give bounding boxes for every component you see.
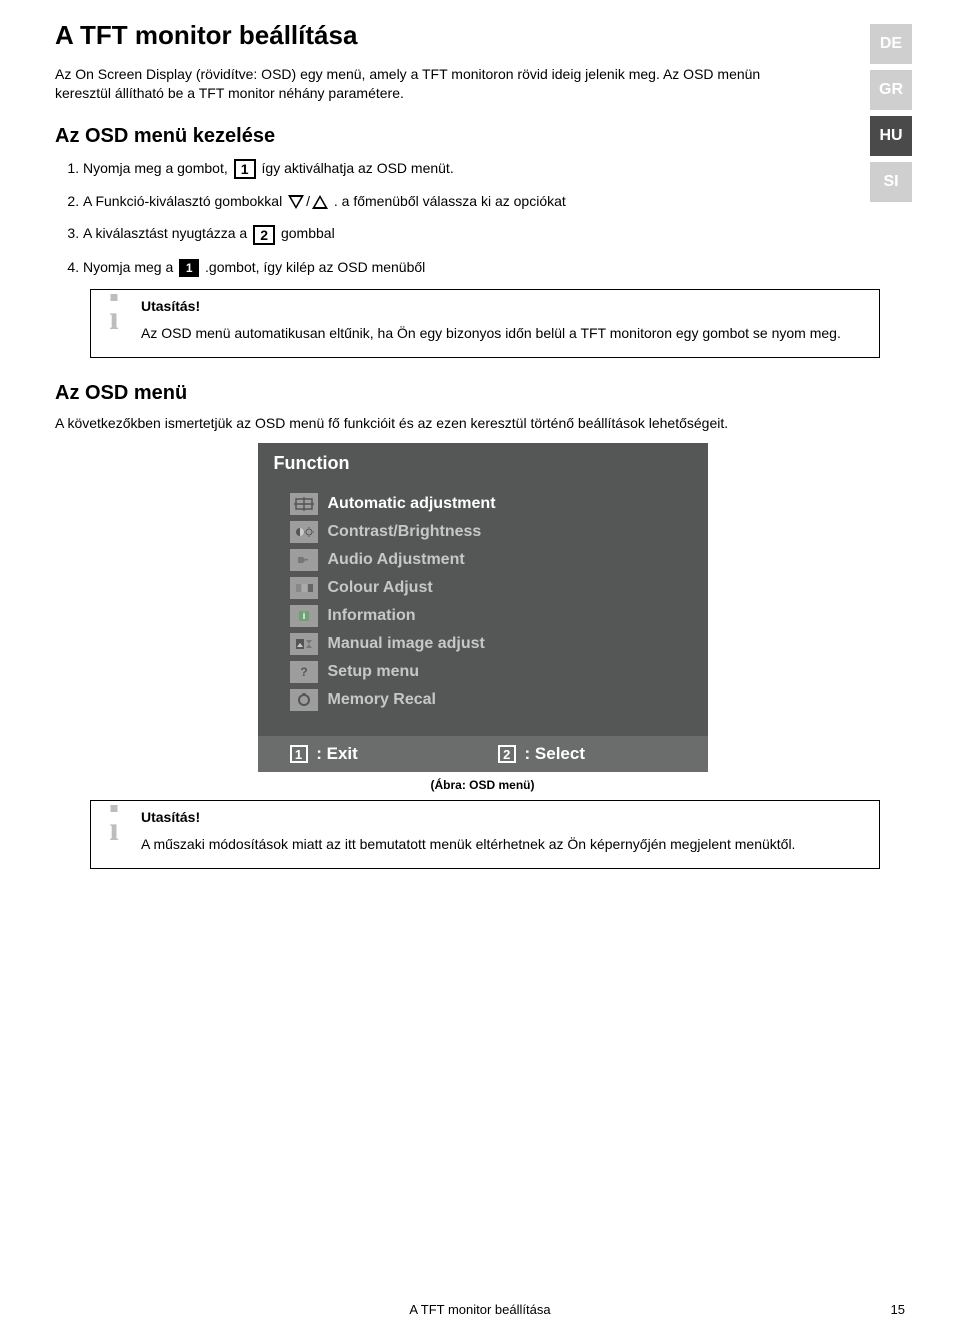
osd-item-setup[interactable]: ? Setup menu (290, 658, 690, 686)
osd-item-auto-adjust[interactable]: Automatic adjustment (290, 490, 690, 518)
svg-text:i: i (302, 611, 305, 621)
colour-icon (290, 577, 318, 599)
osd-label: Memory Recal (328, 691, 437, 709)
osd-panel: Function Automatic adjustment Contrast/B… (258, 443, 708, 772)
step-1-text-a: Nyomja meg a gombot, (83, 160, 232, 176)
step-4-text-a: Nyomja meg a (83, 259, 177, 275)
lang-tab-de[interactable]: DE (870, 24, 912, 64)
osd-footer-exit: 1 : Exit (290, 744, 358, 764)
svg-text:?: ? (300, 665, 307, 679)
button-1-icon: 1 (234, 159, 256, 179)
lang-tab-hu[interactable]: HU (870, 116, 912, 156)
note-1-title: Utasítás! (141, 298, 867, 314)
steps-list: Nyomja meg a gombot, 1 így aktiválhatja … (83, 158, 910, 277)
note-1-text: Az OSD menü automatikusan eltűnik, ha Ön… (141, 324, 867, 343)
osd-label: Contrast/Brightness (328, 523, 482, 541)
manual-image-icon (290, 633, 318, 655)
step-4: Nyomja meg a 1 .gombot, így kilép az OSD… (83, 257, 910, 277)
section-heading-osd-controls: Az OSD menü kezelése (55, 125, 910, 148)
lang-tab-si[interactable]: SI (870, 162, 912, 202)
button-1-solid-icon: 1 (179, 259, 199, 277)
contrast-brightness-icon (290, 521, 318, 543)
audio-icon (290, 549, 318, 571)
step-4-text-b: .gombot, így kilép az OSD menüből (205, 259, 425, 275)
osd-label: Manual image adjust (328, 635, 485, 653)
button-2-icon: 2 (253, 225, 275, 245)
arrow-up-icon (312, 195, 328, 209)
info-icon: ı (99, 811, 129, 849)
page-number: 15 (891, 1302, 905, 1317)
language-tabs: DE GR HU SI (870, 24, 912, 202)
osd-menu-list: Automatic adjustment Contrast/Brightness… (258, 486, 708, 736)
step-1-text-b: így aktiválhatja az OSD menüt. (262, 160, 454, 176)
memory-recall-icon (290, 689, 318, 711)
osd-item-information[interactable]: i Information (290, 602, 690, 630)
osd-label: Setup menu (328, 663, 420, 681)
note-box-2: ı Utasítás! A műszaki módosítások miatt … (90, 800, 880, 869)
osd-label: Information (328, 607, 416, 625)
note-box-1: ı Utasítás! Az OSD menü automatikusan el… (90, 289, 880, 358)
osd-footer: 1 : Exit 2 : Select (258, 736, 708, 772)
info-icon: ı (99, 300, 129, 338)
step-2: A Funkció-kiválasztó gombokkal / . a főm… (83, 191, 910, 211)
footer-1-icon: 1 (290, 745, 308, 763)
setup-icon: ? (290, 661, 318, 683)
step-3-text-a: A kiválasztást nyugtázza a (83, 225, 251, 241)
lang-tab-gr[interactable]: GR (870, 70, 912, 110)
osd-item-colour[interactable]: Colour Adjust (290, 574, 690, 602)
step-1: Nyomja meg a gombot, 1 így aktiválhatja … (83, 158, 910, 179)
arrow-down-icon (288, 195, 304, 209)
osd-item-manual-image[interactable]: Manual image adjust (290, 630, 690, 658)
page-title: A TFT monitor beállítása (55, 20, 910, 51)
note-2-title: Utasítás! (141, 809, 867, 825)
osd-label: Colour Adjust (328, 579, 433, 597)
section-2-description: A következőkben ismertetjük az OSD menü … (55, 415, 910, 431)
figure-caption: (Ábra: OSD menü) (55, 778, 910, 792)
osd-footer-select: 2 : Select (498, 744, 585, 764)
osd-item-audio[interactable]: Audio Adjustment (290, 546, 690, 574)
osd-header: Function (258, 443, 708, 486)
information-icon: i (290, 605, 318, 627)
step-3-text-b: gombbal (281, 225, 335, 241)
footer-2-icon: 2 (498, 745, 516, 763)
step-2-text-a: A Funkció-kiválasztó gombokkal (83, 193, 286, 209)
step-2-text-b: . a főmenüből válassza ki az opciókat (334, 193, 566, 209)
step-3: A kiválasztást nyugtázza a 2 gombbal (83, 223, 910, 244)
intro-text: Az On Screen Display (rövidítve: OSD) eg… (55, 65, 785, 103)
osd-label: Automatic adjustment (328, 495, 496, 513)
auto-adjust-icon (290, 493, 318, 515)
osd-item-memory-recall[interactable]: Memory Recal (290, 686, 690, 714)
osd-item-contrast-brightness[interactable]: Contrast/Brightness (290, 518, 690, 546)
note-2-text: A műszaki módosítások miatt az itt bemut… (141, 835, 867, 854)
section-heading-osd-menu: Az OSD menü (55, 382, 910, 405)
osd-label: Audio Adjustment (328, 551, 465, 569)
footer-text: A TFT monitor beállítása (409, 1302, 550, 1317)
page-footer: A TFT monitor beállítása 15 (0, 1302, 960, 1317)
